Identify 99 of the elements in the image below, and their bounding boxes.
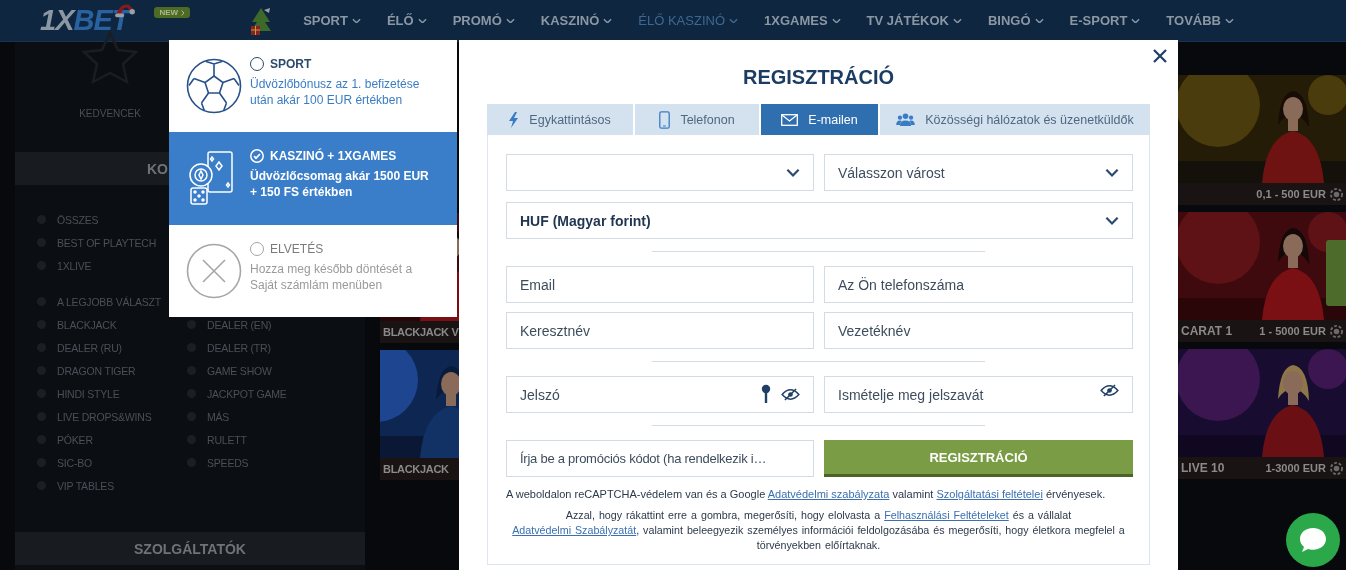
chevron-icon: [505, 17, 515, 24]
chevron-icon: [786, 167, 800, 178]
tab[interactable]: Közösségi hálózatok és üzenetküldők: [880, 104, 1150, 135]
lightning-icon: [509, 111, 520, 128]
phone-icon: [659, 110, 671, 129]
chevron-icon: [1225, 17, 1234, 24]
chevron-icon: [1105, 167, 1119, 178]
section-header[interactable]: KO: [15, 152, 169, 185]
category-link[interactable]: HINDI STYLE: [57, 387, 120, 400]
bet-limits: 0,1 - 500 EUR: [1256, 188, 1326, 200]
repeat-password-field[interactable]: Ismételje meg jelszavát: [824, 376, 1133, 413]
modal-title: REGISZTRÁCIÓ: [741, 64, 896, 90]
eye-slash-icon[interactable]: [1100, 384, 1119, 397]
city-select[interactable]: Válasszon várost: [824, 154, 1133, 191]
radio-checked-icon: [250, 149, 264, 163]
phone-field[interactable]: Az Ön telefonszáma: [824, 266, 1133, 303]
nav-link[interactable]: E-SPORT: [1069, 13, 1141, 28]
chat-button[interactable]: [1286, 513, 1340, 567]
category-link[interactable]: 1XLIVE: [57, 259, 92, 272]
soccer-ball-icon: [186, 58, 242, 114]
category-link[interactable]: GAME SHOW: [207, 364, 272, 377]
new-badge[interactable]: NEW: [154, 7, 191, 18]
option-description: Hozza meg később döntését a Saját számlám menüben: [250, 261, 414, 293]
category-link[interactable]: SPEEDS: [207, 456, 249, 469]
last-name-field[interactable]: Vezetéknév: [824, 312, 1133, 349]
key-icon: [761, 384, 771, 404]
chat-bubble-icon: [1298, 526, 1328, 554]
bet-limits: 1-3000 EUR: [1265, 462, 1326, 474]
nav-link[interactable]: PROMÓ: [452, 13, 515, 28]
category-link[interactable]: LIVE DROPS&WINS: [57, 410, 152, 423]
nav-link[interactable]: BINGÓ: [987, 13, 1044, 28]
nav-link[interactable]: 1XGAMES: [764, 13, 841, 28]
category-link[interactable]: A LEGJOBB VÁLASZT: [57, 295, 161, 308]
policy-link[interactable]: Adatvédelmi szabályzata: [767, 488, 890, 500]
game-title[interactable]: BLACKJACK: [383, 463, 449, 475]
category-link[interactable]: DEALER (RU): [57, 341, 122, 354]
tab[interactable]: Egykattintásos: [487, 104, 635, 135]
chip-icon: [1330, 324, 1343, 338]
option-title: KASZINÓ + 1XGAMES: [270, 149, 397, 163]
category-link[interactable]: DEALER (EN): [207, 318, 272, 331]
option-description: Üdvözlőbónusz az 1. befizetése után akár 100 EUR értékben: [250, 76, 421, 108]
category-link[interactable]: DEALER (TR): [207, 341, 271, 354]
policy-link[interactable]: Felhasználási Feltételeket: [884, 509, 1009, 521]
chevron-icon: [1105, 215, 1119, 226]
option-title: SPORT: [270, 57, 312, 71]
chevron-icon: [1034, 17, 1044, 24]
chevron-icon: [952, 17, 962, 24]
email-field[interactable]: Email: [506, 266, 814, 303]
promo-code-field[interactable]: Írja be a promóciós kódot (ha rendelkezik i…: [506, 440, 814, 477]
bet-limits: 1 - 5000 EUR: [1259, 325, 1326, 337]
category-link[interactable]: BLACKJACK: [57, 318, 117, 331]
game-title[interactable]: CARAT 1: [1181, 324, 1233, 338]
nav-link[interactable]: ÉLŐ: [386, 13, 427, 28]
chevron-icon: [417, 17, 427, 24]
game-title[interactable]: LIVE 10: [1181, 461, 1225, 475]
chevron-icon: [603, 17, 613, 24]
chevron-icon: [1131, 17, 1141, 24]
currency-select[interactable]: HUF (Magyar forint): [506, 202, 1133, 239]
option-description: Üdvözlőcsomag akár 1500 EUR + 150 FS értékben: [250, 168, 430, 200]
nav-link[interactable]: SPORT: [303, 13, 361, 28]
close-icon[interactable]: [1152, 48, 1168, 64]
nav-link[interactable]: ÉLŐ KASZINÓ: [638, 13, 738, 28]
category-link[interactable]: DRAGON TIGER: [57, 364, 136, 377]
nav-link[interactable]: TV JÁTÉKOK: [866, 13, 962, 28]
policy-link[interactable]: Szolgáltatási feltételei: [936, 488, 1043, 500]
logo[interactable]: 1XBET: [40, 4, 129, 37]
option-title: ELVETÉS: [270, 242, 324, 256]
category-link[interactable]: RULETT: [207, 433, 247, 446]
nav-link[interactable]: KASZINÓ: [540, 13, 613, 28]
category-link[interactable]: MÁS: [207, 410, 230, 423]
category-link[interactable]: BEST OF PLAYTECH: [57, 236, 157, 249]
game-title[interactable]: BLACKJACK V: [383, 326, 459, 338]
chevron-icon: [181, 9, 186, 16]
bonus-option[interactable]: KASZINÓ + 1XGAMES Üdvözlőcsomag akár 1500 EUR + 150 FS értékben: [169, 132, 457, 225]
first-name-field[interactable]: Keresztnév: [506, 312, 814, 349]
bonus-option[interactable]: SPORT Üdvözlőbónusz az 1. befizetése után akár 100 EUR értékben: [169, 40, 457, 132]
chip-icon: [1330, 461, 1343, 475]
category-link[interactable]: ÖSSZES: [57, 213, 99, 226]
people-icon: [896, 113, 916, 126]
category-link[interactable]: SIC-BO: [57, 456, 92, 469]
section-header[interactable]: SZOLGÁLTATÓK: [15, 532, 365, 565]
chevron-icon: [729, 17, 738, 24]
bonus-option[interactable]: ELVETÉS Hozza meg később döntését a Saját számlám menüben: [169, 225, 457, 317]
envelope-icon: [781, 113, 799, 126]
category-link[interactable]: JACKPOT GAME: [207, 387, 287, 400]
consent-notice: Azzal, hogy rákattint erre a gombra, megerősíti, hogy elolvasta a Felhasználási Feltételeket és a vállalat Adatvédelmi Szabályzatát, valamint beleegyezik személyes információi feldolgozásába és megerősíti, hogy életkora megfelel a törvényekben előírtaknak.: [511, 508, 1126, 553]
nav-link[interactable]: TOVÁBB: [1166, 13, 1234, 28]
eye-slash-icon[interactable]: [781, 387, 800, 401]
favorites-label: KEDVENCEK: [79, 108, 141, 119]
category-link[interactable]: PÓKER: [57, 433, 93, 446]
register-button[interactable]: REGISZTRÁCIÓ: [824, 440, 1133, 477]
close-circle-icon: [186, 243, 242, 299]
password-field[interactable]: Jelszó: [506, 376, 814, 413]
chip-icon: [1330, 187, 1343, 201]
tab[interactable]: E-mailen: [761, 104, 880, 135]
chevron-icon: [351, 17, 361, 24]
chevron-icon: [831, 17, 841, 24]
recaptcha-notice: A weboldalon reCAPTCHA-védelem van és a Google Adatvédelmi szabályzata valamint Szolgáltatási feltételei érvényesek.: [506, 488, 1107, 500]
category-link[interactable]: VIP TABLES: [57, 479, 114, 492]
